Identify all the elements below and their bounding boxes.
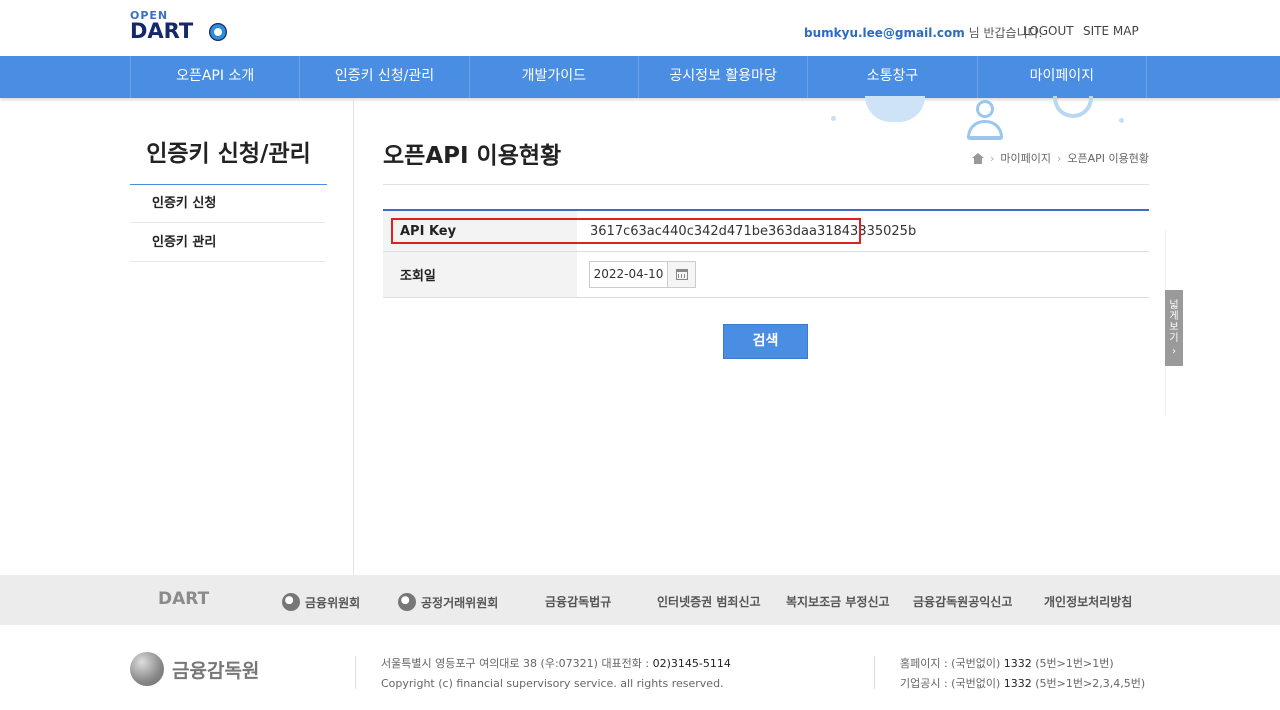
- footer-link-whistleblow[interactable]: 금융감독원공익신고: [913, 593, 1012, 610]
- deco-ring: [1053, 96, 1093, 118]
- sidebar-item-apikey-request[interactable]: 인증키 신청: [130, 185, 325, 223]
- user-greeting: bumkyu.lee@gmail.com 님 반갑습니다.: [804, 24, 1042, 41]
- sidebar: 인증키 신청/관리 인증키 신청 인증키 관리 오픈API 이용현황: [130, 98, 354, 575]
- main-content: 오픈API 이용현황 › 마이페이지 › 오픈API 이용현황 API Key …: [383, 96, 1149, 575]
- fss-name: 금융감독원: [172, 659, 260, 682]
- disclosure-label: 기업공시 : (국번없이): [900, 677, 1001, 690]
- fss-logo: 금융감독원: [130, 652, 259, 686]
- header-illustration: [823, 96, 1163, 156]
- footer-link-subsidy-fraud[interactable]: 복지보조금 부정신고: [786, 593, 890, 610]
- sidebar-item-usage[interactable]: 오픈API 이용현황: [130, 263, 325, 301]
- chevron-right-icon: ›: [989, 151, 995, 165]
- nav-disclosure-use[interactable]: 공시정보 활용마당: [639, 56, 809, 98]
- api-key-label: API Key: [383, 211, 577, 251]
- search-form: API Key 3617c63ac440c342d471be363daa3184…: [383, 209, 1149, 298]
- breadcrumb: › 마이페이지 › 오픈API 이용현황: [971, 150, 1149, 166]
- footer-contact: 홈페이지 : (국번없이) 1332 (5번>1번>1번) 기업공시 : (국번…: [900, 654, 1145, 694]
- copyright: Copyright (c) financial supervisory serv…: [381, 677, 724, 690]
- footer-link-ftc-label: 공정거래위원회: [421, 595, 499, 610]
- calendar-button[interactable]: [668, 261, 696, 288]
- user-email: bumkyu.lee@gmail.com: [804, 26, 965, 40]
- sidebar-item-apikey-manage[interactable]: 인증키 관리: [130, 224, 325, 262]
- calendar-icon: [676, 269, 688, 280]
- main-nav: 오픈API 소개 인증키 신청/관리 개발가이드 공시정보 활용마당 소통창구 …: [0, 56, 1280, 98]
- footer-link-ftc[interactable]: 공정거래위원회: [398, 593, 498, 611]
- nav-communication[interactable]: 소통창구: [808, 56, 978, 98]
- search-button[interactable]: 검색: [723, 324, 808, 359]
- wide-view-label: 넓게보기: [1169, 300, 1179, 344]
- nav-apikey[interactable]: 인증키 신청/관리: [300, 56, 470, 98]
- dart-wheel-icon: [209, 23, 227, 41]
- date-label: 조회일: [383, 252, 577, 297]
- homepage-label: 홈페이지 : (국번없이): [900, 657, 1001, 670]
- home-icon[interactable]: [971, 152, 984, 164]
- homepage-ext: (5번>1번>1번): [1035, 657, 1114, 670]
- site-header: OPEN DART bumkyu.lee@gmail.com 님 반갑습니다. …: [0, 0, 1280, 56]
- footer-info: 금융감독원 서울특별시 영등포구 여의대로 38 (우:07321) 대표전화 …: [0, 625, 1280, 710]
- nav-mypage[interactable]: 마이페이지: [978, 56, 1147, 98]
- date-row: 조회일 2022-04-10: [383, 252, 1149, 298]
- footer-link-regulation[interactable]: 금융감독법규: [545, 593, 611, 610]
- footer-link-securities-crime[interactable]: 인터넷증권 범죄신고: [657, 593, 761, 610]
- page-title: 오픈API 이용현황: [383, 143, 562, 169]
- title-divider: [383, 184, 1149, 185]
- deco-circle: [865, 96, 925, 122]
- government-emblem-icon: [282, 593, 300, 611]
- address-text: 서울특별시 영등포구 여의대로 38 (우:07321) 대표전화 :: [381, 657, 650, 670]
- sidebar-title: 인증키 신청/관리: [146, 141, 311, 167]
- footer-link-fsc[interactable]: 금융위원회: [282, 593, 360, 611]
- date-input[interactable]: 2022-04-10: [589, 261, 668, 288]
- sitemap-link[interactable]: SITE MAP: [1083, 24, 1139, 38]
- person-icon: [965, 100, 1005, 144]
- disclosure-ext: (5번>1번>2,3,4,5번): [1035, 677, 1146, 690]
- sidebar-item-usage-label: 오픈API 이용현황: [151, 274, 252, 289]
- open-dart-logo[interactable]: OPEN DART: [130, 9, 230, 45]
- breadcrumb-current: 오픈API 이용현황: [1067, 152, 1149, 165]
- footer-link-dart[interactable]: DART: [158, 589, 209, 609]
- footer-divider: [874, 656, 875, 689]
- api-key-row: API Key 3617c63ac440c342d471be363daa3184…: [383, 211, 1149, 252]
- date-cell: 2022-04-10: [577, 252, 1149, 297]
- nav-openapi-intro[interactable]: 오픈API 소개: [131, 56, 301, 98]
- chevron-right-icon: ›: [1172, 346, 1176, 357]
- government-emblem-icon: [398, 593, 416, 611]
- phone-number: 02)3145-5114: [652, 657, 731, 670]
- disclosure-number: 1332: [1003, 677, 1032, 690]
- footer-divider: [355, 656, 356, 689]
- footer-links-bar: DART 금융위원회 공정거래위원회 금융감독법규 인터넷증권 범죄신고 복지보…: [0, 575, 1280, 625]
- footer-link-fsc-label: 금융위원회: [305, 595, 361, 610]
- nav-dev-guide[interactable]: 개발가이드: [470, 56, 639, 98]
- homepage-number: 1332: [1003, 657, 1032, 670]
- logo-dart-text: DART: [130, 19, 194, 43]
- breadcrumb-mypage[interactable]: 마이페이지: [1000, 150, 1051, 166]
- wide-view-tab[interactable]: 넓게보기 ›: [1165, 290, 1183, 366]
- footer-address: 서울특별시 영등포구 여의대로 38 (우:07321) 대표전화 : 02)3…: [381, 654, 731, 694]
- fss-emblem-icon: [130, 652, 164, 686]
- footer-link-privacy[interactable]: 개인정보처리방침: [1044, 593, 1132, 610]
- logout-link[interactable]: LOGOUT: [1023, 24, 1074, 38]
- api-key-value: 3617c63ac440c342d471be363daa31843335025b: [590, 223, 917, 239]
- chevron-right-icon: ›: [1056, 151, 1062, 165]
